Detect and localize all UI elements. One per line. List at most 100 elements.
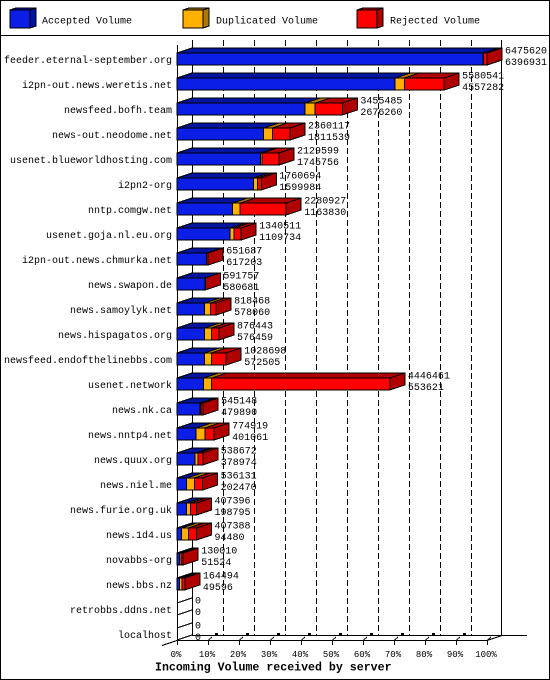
- category-label: usenet.blueworldhosting.com: [10, 155, 172, 167]
- category-label: localhost: [118, 630, 172, 642]
- bar-segment-rejected: [204, 427, 215, 441]
- value-label-total: 651687: [226, 247, 262, 258]
- value-label-total: 407388: [215, 522, 251, 533]
- bar-segment-accepted: [176, 127, 265, 141]
- bar-row: [176, 297, 232, 316]
- bar-segment-rejected: [211, 377, 391, 391]
- category-label: i2pn-out.news.weretis.net: [22, 80, 172, 92]
- value-label-total: 876443: [237, 322, 273, 333]
- bar-segment-accepted: [176, 327, 206, 341]
- bar-segment-duplicated: [181, 527, 189, 541]
- legend-swatch-side: [376, 7, 384, 29]
- value-label-accepted: 1109734: [259, 233, 301, 244]
- value-label-accepted: 378974: [221, 458, 257, 469]
- category-label: news.hispagatos.org: [58, 330, 172, 342]
- value-label-accepted: 0: [195, 608, 201, 619]
- bar-segment-duplicated: [394, 77, 405, 91]
- bar-segment-duplicated: [232, 202, 241, 216]
- x-tick-label: 0%: [171, 650, 182, 660]
- bar-row: [176, 272, 221, 291]
- category-label: news.samoylyk.net: [70, 305, 172, 317]
- bar-segment-duplicated: [195, 427, 206, 441]
- bar-top-face-accepted: [176, 97, 321, 104]
- bar-row: [176, 472, 219, 491]
- bar-segment-accepted: [176, 402, 201, 416]
- bar-segment-rejected: [194, 477, 204, 491]
- value-label-total: 818468: [234, 297, 270, 308]
- value-label-accepted: 479890: [221, 408, 257, 419]
- bar-row: [176, 147, 295, 166]
- bar-segment-rejected: [256, 177, 262, 191]
- value-label-total: 0: [195, 622, 201, 633]
- category-label: news.nk.ca: [112, 405, 172, 417]
- value-label-total: 2360117: [308, 122, 350, 133]
- value-label-accepted: 572505: [244, 358, 280, 369]
- legend-swatch-side: [202, 7, 210, 29]
- x-tick-label: 60%: [354, 650, 371, 660]
- category-label: news.quux.org: [94, 456, 172, 467]
- bar-segment-duplicated: [253, 177, 258, 191]
- category-label: usenet.goja.nl.eu.org: [46, 230, 172, 242]
- x-tick-label: 50%: [323, 650, 340, 660]
- x-tick-label: 20%: [230, 650, 247, 660]
- value-label-accepted: 401061: [232, 433, 268, 444]
- legend-label-rejected: Rejected Volume: [390, 16, 480, 28]
- bar-segment-rejected: [197, 452, 204, 466]
- legend-swatch-duplicated: [182, 9, 204, 29]
- category-label: newsfeed.endofthelinebbs.com: [4, 355, 172, 367]
- category-label: news.niel.me: [100, 480, 172, 492]
- floor-tick-marker: [339, 633, 342, 636]
- value-label-total: 1340511: [259, 222, 301, 233]
- bar-segment-duplicated: [203, 352, 212, 366]
- x-tick-label: 70%: [385, 650, 402, 660]
- category-label: news.swapon.de: [88, 280, 172, 292]
- bar-segment-accepted: [176, 177, 255, 191]
- bar-segment-accepted: [176, 277, 206, 291]
- bar-top-face-accepted: [176, 122, 279, 129]
- x-tick-label: 100%: [475, 650, 497, 660]
- bar-row: [176, 47, 503, 66]
- value-label-accepted: 51524: [201, 558, 231, 569]
- floor-tick-marker: [246, 633, 249, 636]
- bar-row: [176, 322, 235, 341]
- bar-row: [176, 397, 219, 416]
- value-label-accepted: 2676260: [360, 108, 402, 119]
- floor-tick-marker: [401, 633, 404, 636]
- value-label-accepted: 6396931: [505, 58, 547, 69]
- floor-tick-marker: [277, 633, 280, 636]
- bar-segment-rejected: [403, 77, 445, 91]
- value-label-accepted: 1811539: [308, 133, 350, 144]
- value-label-total: 5580541: [462, 72, 504, 83]
- bar-segment-rejected: [209, 302, 217, 316]
- value-label-accepted: 580681: [223, 283, 259, 294]
- bar-segment-accepted: [176, 302, 206, 316]
- bar-row: [176, 72, 460, 91]
- bar-segment-accepted: [176, 202, 234, 216]
- value-label-accepted: 4557282: [462, 83, 504, 94]
- floor-tick-marker: [463, 633, 466, 636]
- bar-segment-accepted: [176, 527, 183, 541]
- value-label-accepted: 1163830: [304, 208, 346, 219]
- value-label-total: 591757: [223, 272, 259, 283]
- bar-segment-rejected: [187, 527, 198, 541]
- floor-tick-marker: [370, 633, 373, 636]
- value-label-total: 3455485: [360, 97, 402, 108]
- value-label-total: 4446461: [408, 372, 450, 383]
- value-label-total: 1028698: [244, 347, 286, 358]
- x-tick-label: 30%: [261, 650, 278, 660]
- bar-segment-accepted: [176, 152, 262, 166]
- value-label-total: 2129599: [297, 147, 339, 158]
- x-tick-label: 40%: [292, 650, 309, 660]
- value-label-accepted: 578060: [234, 308, 270, 319]
- value-label-accepted: 1599984: [279, 183, 321, 194]
- bar-segment-accepted: [176, 227, 231, 241]
- category-label: newsfeed.bofh.team: [64, 105, 172, 117]
- value-label-total: 407396: [215, 497, 251, 508]
- chart: Accepted Volume Duplicated Volume Reject…: [0, 0, 550, 680]
- category-label: usenet.network: [88, 380, 172, 392]
- bar-row: [176, 172, 277, 191]
- value-label-accepted: 1745756: [297, 158, 339, 169]
- bar-segment-duplicated: [263, 127, 273, 141]
- value-label-total: 130010: [201, 547, 237, 558]
- bar-row: [176, 222, 257, 241]
